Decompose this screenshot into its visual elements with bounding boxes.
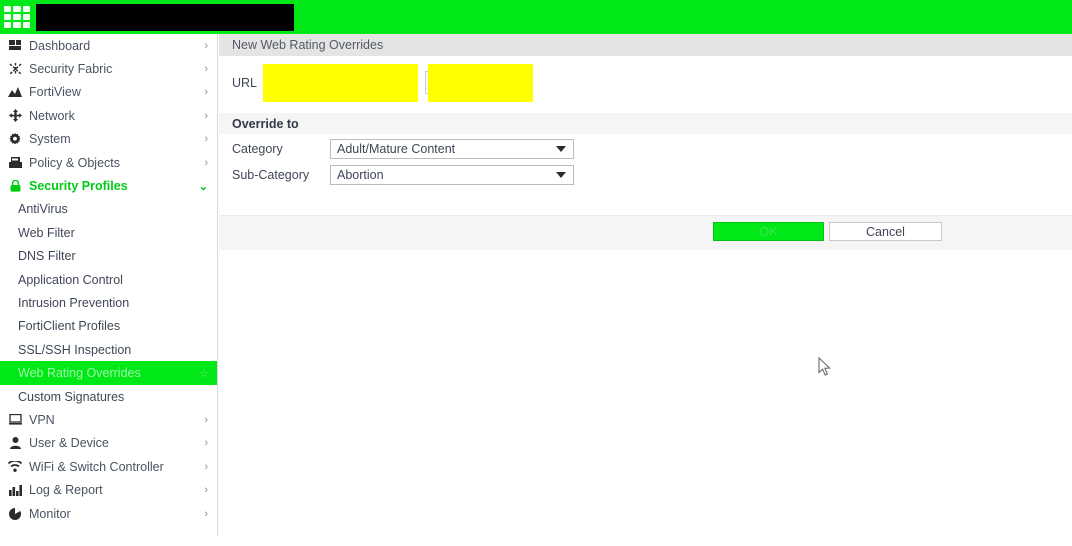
wifi-icon xyxy=(6,460,24,474)
redacted-title-bar xyxy=(36,3,294,31)
sidebar-subitem-web-rating-overrides[interactable]: Web Rating Overrides ☆ xyxy=(0,361,217,385)
chevron-right-icon: › xyxy=(204,460,208,473)
override-section-title: Override to xyxy=(219,113,1072,134)
dialog-button-bar: OK Cancel xyxy=(219,215,1072,250)
sidebar-subitem-custom-signatures[interactable]: Custom Signatures xyxy=(0,385,217,408)
log-report-icon xyxy=(6,483,24,497)
sidebar-subitem-label: Intrusion Prevention xyxy=(18,295,130,310)
category-select-value: Adult/Mature Content xyxy=(337,141,456,156)
sidebar-subitem-application-control[interactable]: Application Control xyxy=(0,268,217,291)
monitor-icon xyxy=(6,507,24,521)
cancel-button[interactable]: Cancel xyxy=(829,222,942,241)
sidebar-item-label: VPN xyxy=(29,412,55,427)
sidebar-item-label: System xyxy=(29,132,71,147)
chevron-right-icon: › xyxy=(204,39,208,52)
chevron-right-icon: › xyxy=(204,86,208,99)
user-device-icon xyxy=(6,436,24,450)
sidebar-subitem-label: Web Rating Overrides xyxy=(18,366,141,381)
ok-button[interactable]: OK xyxy=(713,222,824,241)
category-row: Category Adult/Mature Content xyxy=(219,137,1072,160)
sidebar-navigation: Dashboard › Security Fabric › FortiView … xyxy=(0,34,218,536)
sidebar-subitem-dns-filter[interactable]: DNS Filter xyxy=(0,245,217,268)
sidebar-item-label: Security Fabric xyxy=(29,62,113,77)
lookup-rating-button[interactable]: Lookup Rating xyxy=(425,71,528,94)
sidebar-subitem-label: FortiClient Profiles xyxy=(18,319,121,334)
sidebar-subitem-label: DNS Filter xyxy=(18,249,76,264)
sidebar-subitem-label: Application Control xyxy=(18,272,123,287)
sidebar-subitem-label: AntiVirus xyxy=(18,202,68,217)
sidebar-item-wifi-switch-controller[interactable]: WiFi & Switch Controller › xyxy=(0,455,217,478)
sidebar-item-user-device[interactable]: User & Device › xyxy=(0,432,217,455)
chevron-right-icon: › xyxy=(204,63,208,76)
sidebar-subitem-label: Web Filter xyxy=(18,225,75,240)
gear-icon xyxy=(6,132,24,146)
sidebar-item-label: FortiView xyxy=(29,85,81,100)
sidebar-item-label: User & Device xyxy=(29,436,109,451)
chevron-right-icon: › xyxy=(204,413,208,426)
panel-title: New Web Rating Overrides xyxy=(219,34,1072,56)
subcategory-row: Sub-Category Abortion xyxy=(219,163,1072,186)
star-icon[interactable]: ☆ xyxy=(199,367,217,380)
sidebar-subitem-label: SSL/SSH Inspection xyxy=(18,342,132,357)
sidebar-item-monitor[interactable]: Monitor › xyxy=(0,502,217,525)
fortiview-icon xyxy=(6,85,24,99)
chevron-right-icon: › xyxy=(204,484,208,497)
main-content: New Web Rating Overrides URL Lookup Rati… xyxy=(219,34,1072,546)
category-label: Category xyxy=(232,141,283,156)
sidebar-subitem-forticlient-profiles[interactable]: FortiClient Profiles xyxy=(0,315,217,338)
sidebar-item-label: Policy & Objects xyxy=(29,155,121,170)
chevron-down-icon xyxy=(556,145,566,152)
chevron-right-icon: › xyxy=(204,437,208,450)
lock-icon xyxy=(6,179,24,193)
sidebar-item-fortiview[interactable]: FortiView › xyxy=(0,81,217,104)
top-bar xyxy=(0,0,1072,34)
sidebar-item-label: Dashboard xyxy=(29,38,91,53)
url-input[interactable] xyxy=(266,71,414,93)
dashboard-icon xyxy=(6,39,24,53)
sidebar-subitem-label: Custom Signatures xyxy=(18,389,125,404)
sidebar-item-policy-objects[interactable]: Policy & Objects › xyxy=(0,151,217,174)
sidebar-subitem-ssl-ssh-inspection[interactable]: SSL/SSH Inspection xyxy=(0,338,217,361)
sidebar-item-label: Monitor xyxy=(29,506,71,521)
sidebar-item-network[interactable]: Network › xyxy=(0,104,217,127)
vpn-icon xyxy=(6,413,24,427)
chevron-right-icon: › xyxy=(204,507,208,520)
subcategory-label: Sub-Category xyxy=(232,167,310,182)
waffle-grid-icon[interactable] xyxy=(0,0,34,34)
sidebar-item-log-report[interactable]: Log & Report › xyxy=(0,478,217,501)
sidebar-subitem-intrusion-prevention[interactable]: Intrusion Prevention xyxy=(0,291,217,314)
sidebar-item-security-fabric[interactable]: Security Fabric › xyxy=(0,57,217,80)
sidebar-item-label: WiFi & Switch Controller xyxy=(29,459,164,474)
policy-objects-icon xyxy=(6,156,24,170)
network-icon xyxy=(6,109,24,123)
url-row: URL Lookup Rating xyxy=(219,56,1072,113)
subcategory-select[interactable]: Abortion xyxy=(330,164,574,185)
sidebar-item-system[interactable]: System › xyxy=(0,128,217,151)
chevron-right-icon: › xyxy=(204,156,208,169)
sidebar-item-vpn[interactable]: VPN › xyxy=(0,408,217,431)
chevron-down-icon: ⌄ xyxy=(198,180,208,193)
security-fabric-icon xyxy=(6,62,24,76)
fortigate-web-ui: Dashboard › Security Fabric › FortiView … xyxy=(0,0,1072,546)
url-label: URL xyxy=(232,76,258,90)
chevron-right-icon: › xyxy=(204,109,208,122)
sidebar-item-security-profiles[interactable]: Security Profiles ⌄ xyxy=(0,174,217,197)
sidebar-item-label: Network xyxy=(29,108,75,123)
sidebar-subitem-antivirus[interactable]: AntiVirus xyxy=(0,198,217,221)
sidebar-item-dashboard[interactable]: Dashboard › xyxy=(0,34,217,57)
sidebar-item-label: Log & Report xyxy=(29,483,103,498)
chevron-right-icon: › xyxy=(204,133,208,146)
sidebar-item-label: Security Profiles xyxy=(29,179,128,194)
category-select[interactable]: Adult/Mature Content xyxy=(330,138,574,159)
sidebar-subitem-web-filter[interactable]: Web Filter xyxy=(0,221,217,244)
chevron-down-icon xyxy=(556,171,566,178)
subcategory-select-value: Abortion xyxy=(337,167,384,182)
